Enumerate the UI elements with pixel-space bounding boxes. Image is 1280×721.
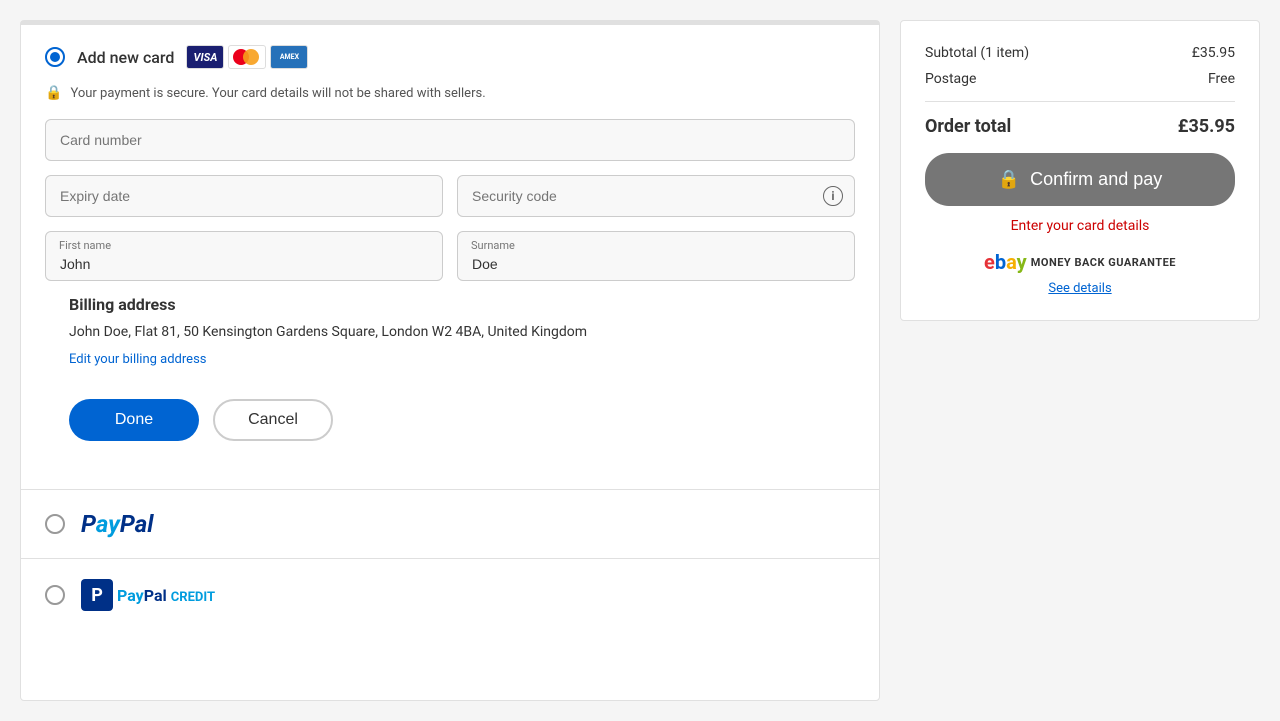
mastercard-logo (228, 45, 266, 69)
ebay-logo: ebay (984, 250, 1027, 274)
security-code-wrapper: i (457, 175, 855, 217)
surname-input[interactable] (457, 231, 855, 281)
confirm-lock-icon: 🔒 (998, 169, 1020, 190)
radio-inner (50, 52, 60, 62)
postage-label: Postage (925, 71, 976, 87)
confirm-pay-button[interactable]: 🔒 Confirm and pay (925, 153, 1235, 206)
order-total-row: Order total £35.95 (925, 101, 1235, 137)
ebay-a: a (1006, 250, 1017, 274)
security-info-icon[interactable]: i (823, 186, 843, 206)
mbg-text: MONEY BACK GUARANTEE (1031, 256, 1176, 269)
expiry-security-row: i (45, 175, 855, 217)
see-details-link[interactable]: See details (1048, 281, 1111, 296)
ebay-e: e (984, 250, 995, 274)
card-number-row (45, 119, 855, 161)
billing-section: Billing address John Doe, Flat 81, 50 Ke… (45, 295, 855, 383)
right-panel: Subtotal (1 item) £35.95 Postage Free Or… (900, 20, 1260, 321)
first-name-label: First name (59, 239, 111, 252)
visa-logo: VISA (186, 45, 224, 69)
card-number-input[interactable] (45, 119, 855, 161)
ebay-y: y (1017, 250, 1027, 274)
billing-address: John Doe, Flat 81, 50 Kensington Gardens… (69, 322, 831, 343)
enter-card-message: Enter your card details (925, 218, 1235, 234)
subtotal-label: Subtotal (1 item) (925, 45, 1029, 61)
page-container: Add new card VISA AMEX 🔒 Your payment is… (0, 0, 1280, 721)
secure-notice: 🔒 Your payment is secure. Your card deta… (45, 85, 855, 101)
paypal-radio[interactable] (45, 514, 65, 534)
expiry-input[interactable] (45, 175, 443, 217)
ebay-mbg-row: ebay MONEY BACK GUARANTEE (925, 250, 1235, 274)
ebay-b1: b (995, 250, 1006, 274)
secure-notice-text: Your payment is secure. Your card detail… (70, 86, 485, 101)
paypal-section[interactable]: PayPal (21, 490, 879, 559)
paypal-credit-logo: P PayPal CREDIT (81, 579, 215, 611)
button-row: Done Cancel (45, 383, 855, 465)
security-code-input[interactable] (457, 175, 855, 217)
paypal-credit-section[interactable]: P PayPal CREDIT (21, 559, 879, 631)
first-name-wrapper: First name (45, 231, 443, 281)
subtotal-row: Subtotal (1 item) £35.95 (925, 45, 1235, 61)
edit-billing-link[interactable]: Edit your billing address (69, 352, 206, 367)
order-total-value: £35.95 (1178, 116, 1235, 137)
lock-icon: 🔒 (45, 85, 62, 101)
done-button[interactable]: Done (69, 399, 199, 441)
add-card-label: Add new card (77, 48, 174, 67)
surname-label: Surname (471, 239, 515, 252)
cancel-button[interactable]: Cancel (213, 399, 333, 441)
left-panel: Add new card VISA AMEX 🔒 Your payment is… (20, 20, 880, 701)
billing-title: Billing address (69, 295, 831, 314)
pp-symbol: P (81, 579, 113, 611)
paypal-logo: PayPal (81, 510, 153, 538)
subtotal-value: £35.95 (1192, 45, 1235, 61)
card-logos: VISA AMEX (186, 45, 308, 69)
order-total-label: Order total (925, 116, 1011, 137)
paypal-credit-radio[interactable] (45, 585, 65, 605)
postage-row: Postage Free (925, 71, 1235, 87)
postage-value: Free (1208, 71, 1235, 87)
paypal-credit-text: PayPal CREDIT (117, 586, 215, 605)
surname-wrapper: Surname (457, 231, 855, 281)
amex-logo: AMEX (270, 45, 308, 69)
add-card-radio[interactable] (45, 47, 65, 67)
ebay-guarantee: ebay MONEY BACK GUARANTEE See details (925, 250, 1235, 296)
confirm-pay-label: Confirm and pay (1030, 169, 1162, 190)
payment-section: Add new card VISA AMEX 🔒 Your payment is… (21, 25, 879, 490)
add-card-header: Add new card VISA AMEX (45, 45, 855, 69)
name-row: First name Surname (45, 231, 855, 281)
expiry-wrapper (45, 175, 443, 217)
